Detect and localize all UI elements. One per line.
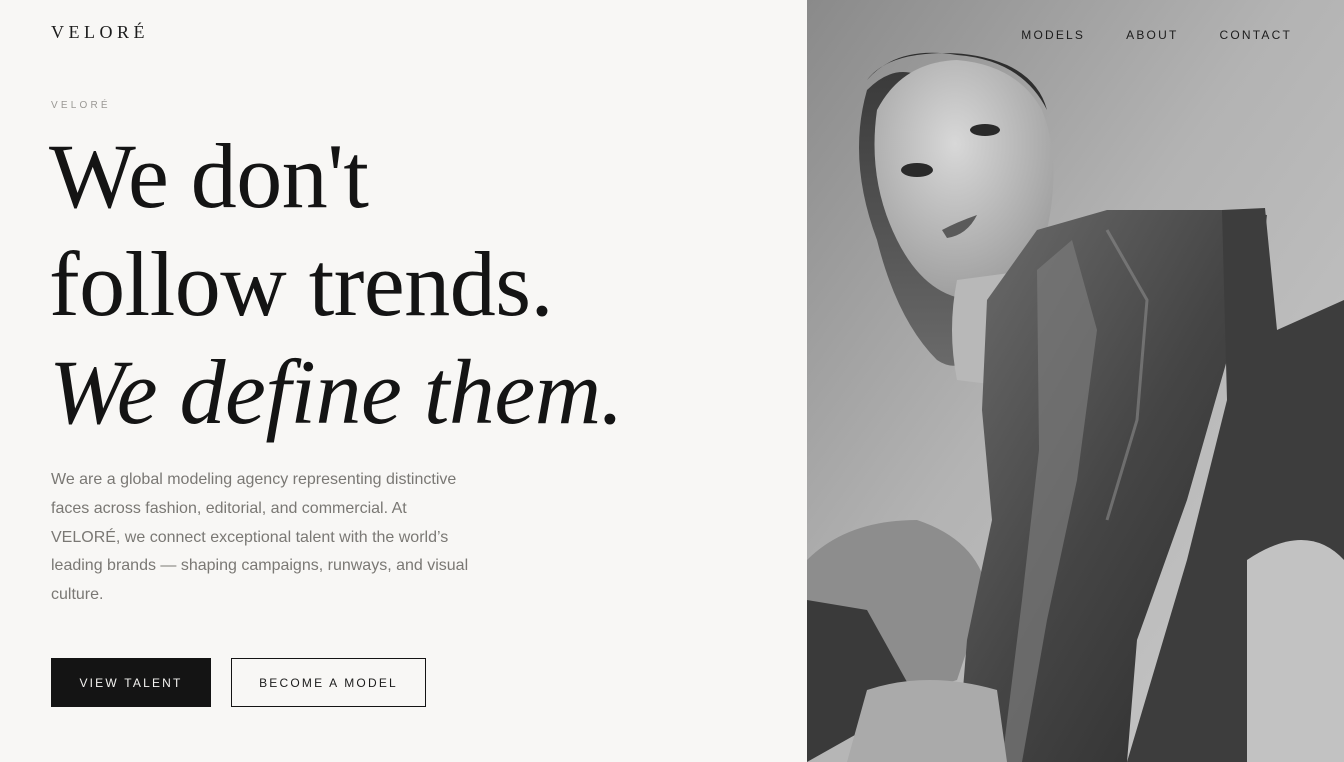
become-a-model-button[interactable]: BECOME A MODEL — [231, 658, 426, 707]
brand-logo[interactable]: VELORÉ — [51, 22, 149, 43]
portrait-photo — [807, 0, 1344, 762]
main-nav: MODELS ABOUT CONTACT — [980, 28, 1292, 42]
hero-headline: We don't follow trends. We define them. — [49, 122, 769, 446]
landing-page: VELORÉ VELORÉ We don't follow trends. We… — [0, 0, 1344, 762]
nav-item-about[interactable]: ABOUT — [1126, 28, 1178, 42]
hero-intro-text: We are a global modeling agency represen… — [51, 471, 469, 604]
headline-line-2: follow trends. — [49, 233, 554, 335]
hero-left-panel: VELORÉ VELORÉ We don't follow trends. We… — [0, 0, 807, 762]
hero-eyebrow: VELORÉ — [51, 100, 111, 111]
hero-image-panel: MODELS ABOUT CONTACT — [807, 0, 1344, 762]
view-talent-button[interactable]: VIEW TALENT — [51, 658, 211, 707]
headline-line-3: We define them. — [49, 341, 624, 443]
nav-item-contact[interactable]: CONTACT — [1219, 28, 1292, 42]
headline-line-1: We don't — [49, 125, 369, 227]
nav-item-models[interactable]: MODELS — [1021, 28, 1085, 42]
